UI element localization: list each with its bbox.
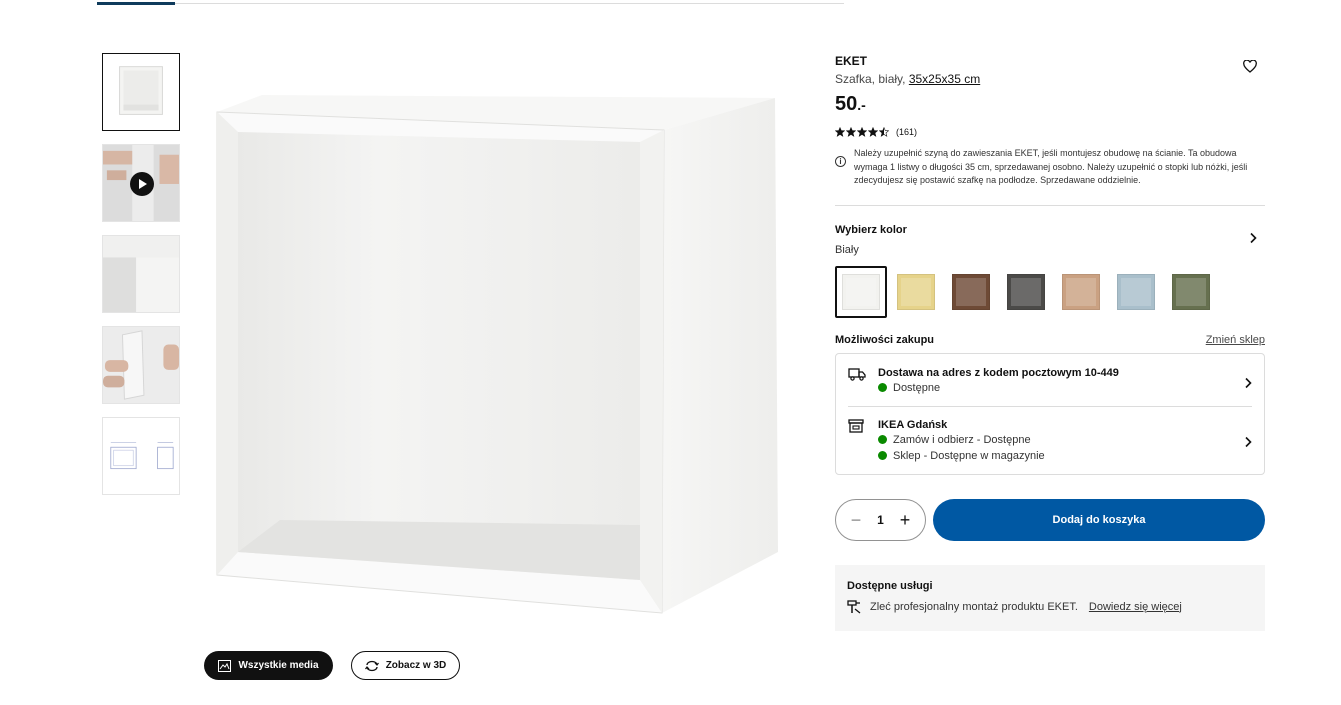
services-title: Dostępne usługi bbox=[847, 579, 933, 592]
divider bbox=[835, 204, 1265, 206]
color-swatch-preview bbox=[897, 273, 935, 310]
thumbnail-dimensions[interactable] bbox=[102, 417, 180, 495]
gallery-icon bbox=[218, 659, 232, 672]
info-text: Należy uzupełnić szyną do zawieszania EK… bbox=[854, 148, 1248, 185]
color-swatch[interactable] bbox=[1055, 266, 1107, 318]
color-swatch[interactable] bbox=[1165, 266, 1217, 318]
view-3d-button[interactable]: Zobacz w 3D bbox=[351, 651, 460, 680]
available-services: Dostępne usługi Zleć profesjonalny monta… bbox=[835, 564, 1265, 631]
price-value: 50 bbox=[835, 93, 858, 115]
product-dimensions-link[interactable]: 35x25x35 cm bbox=[909, 72, 980, 86]
store-status-order-label: Zamów i odbierz - Dostępne bbox=[893, 433, 1031, 446]
available-dot-icon bbox=[878, 451, 887, 460]
rotate-3d-icon bbox=[364, 660, 379, 671]
delivery-status: Dostępne bbox=[878, 380, 1252, 396]
rating-count: (161) bbox=[896, 127, 918, 137]
add-to-cart-button[interactable]: Dodaj do koszyka bbox=[933, 498, 1265, 541]
all-media-button[interactable]: Wszystkie media bbox=[204, 651, 333, 680]
product-info-note: i Należy uzupełnić szyną do zawieszania … bbox=[835, 147, 1265, 188]
color-swatch-inner bbox=[1176, 277, 1206, 306]
purchase-options-title: Możliwości zakupu bbox=[835, 333, 935, 346]
store-icon bbox=[848, 418, 878, 438]
tab-underline bbox=[97, 3, 844, 4]
delivery-title: Dostawa na adres z kodem pocztowym 10-44… bbox=[878, 366, 1119, 379]
thumbnail-video[interactable] bbox=[102, 144, 180, 222]
truck-icon bbox=[848, 366, 878, 386]
delivery-option[interactable]: Dostawa na adres z kodem pocztowym 10-44… bbox=[848, 354, 1252, 406]
thumbnail-detail[interactable] bbox=[102, 235, 180, 313]
color-swatch[interactable] bbox=[890, 266, 942, 318]
color-swatches bbox=[835, 265, 1265, 318]
color-swatch-preview bbox=[952, 273, 990, 310]
color-swatch[interactable] bbox=[835, 265, 887, 318]
quantity-stepper[interactable]: − 1 + bbox=[835, 498, 926, 541]
color-selector[interactable]: Wybierz kolor Biały bbox=[835, 223, 1265, 318]
star-icon bbox=[846, 127, 856, 137]
color-swatch-inner bbox=[956, 277, 986, 306]
color-swatch-inner bbox=[846, 277, 876, 306]
store-status-stock: Sklep - Dostępne w magazynie bbox=[878, 448, 1252, 464]
star-icon bbox=[868, 127, 878, 137]
store-status-order: Zamów i odbierz - Dostępne bbox=[878, 432, 1252, 448]
color-swatch-inner bbox=[1066, 277, 1096, 306]
thumbnail-list bbox=[102, 53, 180, 508]
product-price: 50.- bbox=[835, 92, 1265, 117]
chevron-right-icon[interactable] bbox=[1249, 231, 1257, 249]
product-main-image[interactable] bbox=[200, 70, 800, 630]
star-icon bbox=[835, 127, 845, 137]
play-icon bbox=[130, 172, 154, 196]
color-title: Wybierz kolor bbox=[835, 223, 907, 236]
price-suffix: .- bbox=[857, 97, 866, 113]
color-swatch[interactable] bbox=[945, 266, 997, 318]
available-dot-icon bbox=[878, 383, 887, 392]
purchase-options-header: Możliwości zakupu Zmień sklep bbox=[835, 334, 1265, 346]
decrease-quantity-button[interactable]: − bbox=[848, 511, 864, 529]
thumbnail-assembly[interactable] bbox=[102, 326, 180, 404]
thumbnail-front[interactable] bbox=[102, 53, 180, 131]
store-status-stock-label: Sklep - Dostępne w magazynie bbox=[893, 449, 1045, 462]
quantity-value: 1 bbox=[877, 512, 884, 527]
product-type: Szafka, biały, bbox=[835, 72, 906, 86]
view-3d-label: Zobacz w 3D bbox=[385, 660, 447, 671]
color-swatch-preview bbox=[842, 273, 880, 310]
assembly-service: Zleć profesjonalny montaż produktu EKET.… bbox=[847, 599, 1253, 614]
info-icon: i bbox=[835, 156, 846, 167]
change-store-link[interactable]: Zmień sklep bbox=[1206, 334, 1265, 346]
rating-stars bbox=[835, 127, 889, 137]
store-title: IKEA Gdańsk bbox=[878, 418, 948, 431]
color-swatch-inner bbox=[901, 277, 931, 306]
color-swatch[interactable] bbox=[1110, 266, 1162, 318]
product-name: EKET bbox=[835, 54, 868, 68]
services-text: Zleć profesjonalny montaż produktu EKET. bbox=[870, 600, 1078, 613]
chevron-right-icon bbox=[1244, 376, 1252, 394]
increase-quantity-button[interactable]: + bbox=[897, 511, 913, 529]
available-dot-icon bbox=[878, 435, 887, 444]
favourite-heart-icon[interactable] bbox=[1243, 59, 1257, 78]
color-swatch[interactable] bbox=[1000, 266, 1052, 318]
tab-underline-active bbox=[97, 2, 175, 5]
color-swatch-inner bbox=[1011, 277, 1041, 306]
star-icon bbox=[879, 127, 889, 137]
all-media-label: Wszystkie media bbox=[238, 660, 319, 671]
star-icon bbox=[857, 127, 867, 137]
purchase-options-box: Dostawa na adres z kodem pocztowym 10-44… bbox=[835, 352, 1265, 475]
color-swatch-inner bbox=[1121, 277, 1151, 306]
chevron-right-icon bbox=[1244, 435, 1252, 453]
color-swatch-preview bbox=[1062, 273, 1100, 310]
color-swatch-preview bbox=[1172, 273, 1210, 310]
assembly-tool-icon bbox=[847, 599, 861, 614]
add-to-cart-row: − 1 + Dodaj do koszyka bbox=[835, 498, 1265, 541]
color-selected-value: Biały bbox=[835, 243, 859, 256]
store-option[interactable]: IKEA Gdańsk Zamów i odbierz - Dostępne S… bbox=[848, 405, 1252, 474]
product-info-panel: EKET Szafka, biały, 35x25x35 cm 50.- (16… bbox=[835, 54, 1265, 631]
learn-more-link[interactable]: Dowiedz się więcej bbox=[1089, 601, 1182, 613]
color-swatch-preview bbox=[1117, 273, 1155, 310]
product-description: Szafka, biały, 35x25x35 cm bbox=[835, 71, 1265, 87]
delivery-status-label: Dostępne bbox=[893, 381, 941, 394]
color-swatch-preview bbox=[1007, 273, 1045, 310]
product-rating[interactable]: (161) bbox=[835, 127, 1265, 137]
